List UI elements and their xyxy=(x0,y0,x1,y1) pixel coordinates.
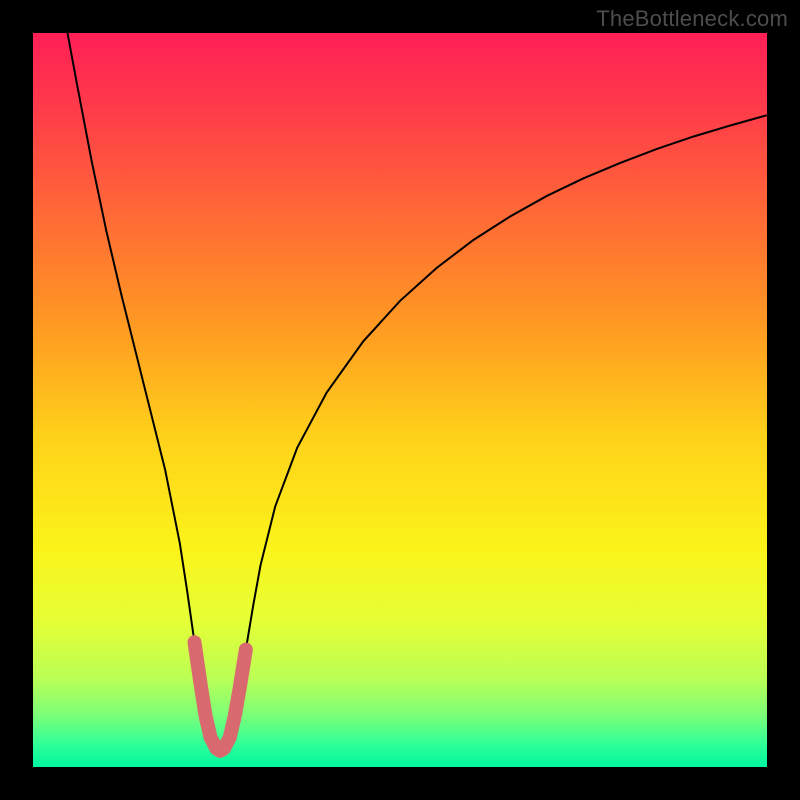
plot-area xyxy=(33,33,767,767)
gradient-background xyxy=(33,33,767,767)
chart-svg xyxy=(33,33,767,767)
watermark-text: TheBottleneck.com xyxy=(596,6,788,32)
chart-frame: TheBottleneck.com xyxy=(0,0,800,800)
